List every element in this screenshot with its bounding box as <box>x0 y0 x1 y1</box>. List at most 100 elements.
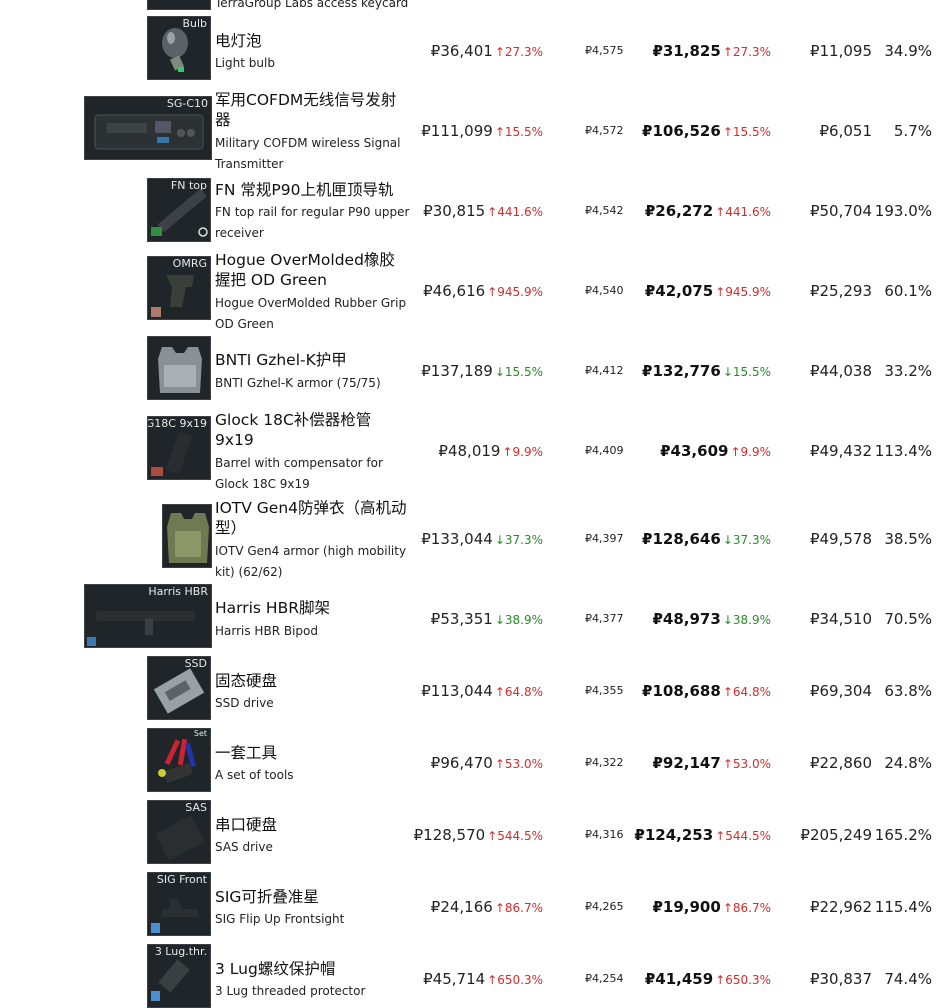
item-thumbnail[interactable]: Harris HBR <box>84 584 212 648</box>
item-thumbnail[interactable]: SG-C10 <box>84 96 212 160</box>
item-thumbnail[interactable]: Bulb <box>147 16 211 80</box>
price-value: ₽46,616 <box>423 282 486 300</box>
net-price-cell: ₽26,272 ↑441.6% <box>645 202 771 220</box>
price-value: ₽53,351 <box>430 610 493 628</box>
net-change: ↑86.7% <box>722 901 771 915</box>
price-value: ₽96,470 <box>430 754 493 772</box>
net-price-cell: ₽31,825 ↑27.3% <box>652 42 771 60</box>
item-thumbnail[interactable]: G18C 9x19 <box>147 416 211 480</box>
table-row: SIG Front SIG可折叠准星 SIG Flip Up Frontsigh… <box>0 872 939 938</box>
table-row: Set 一套工具 A set of tools ₽96,470 ↑53.0% ₽4… <box>0 728 939 794</box>
item-name-cn[interactable]: 3 Lug螺纹保护帽 <box>215 959 410 979</box>
item-name-cn[interactable]: Harris HBR脚架 <box>215 598 410 618</box>
fee-cell: ₽4,412 <box>585 364 624 377</box>
item-thumbnail[interactable]: SAS <box>147 800 211 864</box>
margin-cell: 34.9% <box>884 42 932 60</box>
net-change: ↑544.5% <box>715 829 771 843</box>
item-name-cn[interactable]: 军用COFDM无线信号发射器 <box>215 90 410 130</box>
price-value: ₽45,714 <box>423 970 486 988</box>
margin-cell: 115.4% <box>874 898 932 916</box>
profit-cell: ₽11,095 <box>809 42 872 60</box>
price-cell: ₽46,616 ↑945.9% <box>423 282 543 300</box>
net-value: ₽128,646 <box>642 530 721 548</box>
margin-cell: 165.2% <box>874 826 932 844</box>
net-price-cell: ₽108,688 ↑64.8% <box>642 682 771 700</box>
fee-cell: ₽4,316 <box>585 828 624 841</box>
price-change: ↑53.0% <box>494 757 543 771</box>
item-name-cn[interactable]: Hogue OverMolded橡胶握把 OD Green <box>215 250 410 290</box>
margin-cell: 113.4% <box>874 442 932 460</box>
table-row: SG-C10 军用COFDM无线信号发射器 Military COFDM wir… <box>0 90 939 172</box>
grip-icon <box>151 275 194 317</box>
item-name-en: IOTV Gen4 armor (high mobility kit) (62/… <box>215 544 407 579</box>
item-name-en: SAS drive <box>215 840 273 854</box>
price-value: ₽133,044 <box>421 530 493 548</box>
item-name-cn[interactable]: FN 常规P90上机匣顶导轨 <box>215 180 410 200</box>
sas-drive-icon <box>155 815 205 861</box>
profit-cell: ₽30,837 <box>809 970 872 988</box>
item-name-cn[interactable]: Glock 18C补偿器枪管 9x19 <box>215 410 410 450</box>
price-value: ₽113,044 <box>421 682 493 700</box>
item-thumbnail[interactable]: FN top <box>147 178 211 242</box>
item-name-cn[interactable]: 一套工具 <box>215 743 410 763</box>
table-row: BNTI Gzhel-K护甲 BNTI Gzhel-K armor (75/75… <box>0 336 939 402</box>
net-change: ↑27.3% <box>722 45 771 59</box>
light-bulb-icon <box>162 28 188 72</box>
price-value: ₽128,570 <box>413 826 486 844</box>
table-row: SAS 串口硬盘 SAS drive ₽128,570 ↑544.5% ₽4,31… <box>0 800 939 866</box>
margin-cell: 5.7% <box>893 122 932 140</box>
barrel-icon <box>151 431 193 476</box>
item-thumbnail[interactable] <box>162 504 212 568</box>
net-value: ₽132,776 <box>642 362 721 380</box>
price-change: ↑27.3% <box>494 45 543 59</box>
table-row-partial: TerraGroup Labs access keycard <box>0 0 939 14</box>
price-change: ↑650.3% <box>487 973 543 987</box>
item-name-en: SSD drive <box>215 696 274 710</box>
margin-cell: 63.8% <box>884 682 932 700</box>
fee-cell: ₽4,265 <box>585 900 624 913</box>
table-row: G18C 9x19 Glock 18C补偿器枪管 9x19 Barrel wit… <box>0 411 939 491</box>
profit-cell: ₽34,510 <box>809 610 872 628</box>
net-change: ↑441.6% <box>715 205 771 219</box>
item-name-en: FN top rail for regular P90 upper receiv… <box>215 205 410 240</box>
item-thumbnail[interactable]: OMRG <box>147 256 211 320</box>
net-change: ↑53.0% <box>722 757 771 771</box>
price-value: ₽137,189 <box>421 362 493 380</box>
fee-cell: ₽4,397 <box>585 532 624 545</box>
item-name-en: Military COFDM wireless Signal Transmitt… <box>215 136 401 171</box>
net-price-cell: ₽19,900 ↑86.7% <box>652 898 771 916</box>
item-name-en: BNTI Gzhel-K armor (75/75) <box>215 376 381 390</box>
price-cell: ₽111,099 ↑15.5% <box>421 122 543 140</box>
price-change: ↑64.8% <box>494 685 543 699</box>
price-change: ↑544.5% <box>487 829 543 843</box>
item-name-cn[interactable]: 串口硬盘 <box>215 815 410 835</box>
fee-cell: ₽4,409 <box>585 444 624 457</box>
thread-protector-icon <box>151 959 190 1001</box>
net-change: ↑9.9% <box>730 445 771 459</box>
item-thumbnail[interactable]: SSD <box>147 656 211 720</box>
net-price-cell: ₽43,609 ↑9.9% <box>660 442 771 460</box>
price-change: ↑15.5% <box>494 125 543 139</box>
item-name-cn[interactable]: 固态硬盘 <box>215 671 410 691</box>
item-thumbnail[interactable] <box>147 336 211 400</box>
item-name-cn[interactable]: IOTV Gen4防弹衣（高机动型） <box>215 498 410 538</box>
price-change: ↓15.5% <box>494 365 543 379</box>
profit-cell: ₽69,304 <box>809 682 872 700</box>
table-row: Harris HBR Harris HBR脚架 Harris HBR Bipod… <box>0 584 939 650</box>
price-cell: ₽24,166 ↑86.7% <box>431 898 543 916</box>
item-thumbnail[interactable]: 3 Lug.thr. <box>147 944 211 1008</box>
net-change: ↑650.3% <box>715 973 771 987</box>
net-value: ₽19,900 <box>652 898 721 916</box>
item-name-cn[interactable]: SIG可折叠准星 <box>215 887 410 907</box>
armor-vest-icon <box>167 513 209 563</box>
price-change: ↑441.6% <box>487 205 543 219</box>
item-thumbnail[interactable]: Set <box>147 728 211 792</box>
item-name-cn[interactable]: BNTI Gzhel-K护甲 <box>215 350 410 370</box>
table-row: OMRG Hogue OverMolded橡胶握把 OD Green Hogue… <box>0 251 939 331</box>
item-thumbnail[interactable]: SIG Front <box>147 872 211 936</box>
item-name-en: Light bulb <box>215 56 275 70</box>
table-row: 3 Lug.thr. 3 Lug螺纹保护帽 3 Lug threaded pro… <box>0 944 939 1008</box>
price-cell: ₽96,470 ↑53.0% <box>431 754 543 772</box>
rail-icon <box>151 188 208 237</box>
item-name-cn[interactable]: 电灯泡 <box>215 31 410 51</box>
